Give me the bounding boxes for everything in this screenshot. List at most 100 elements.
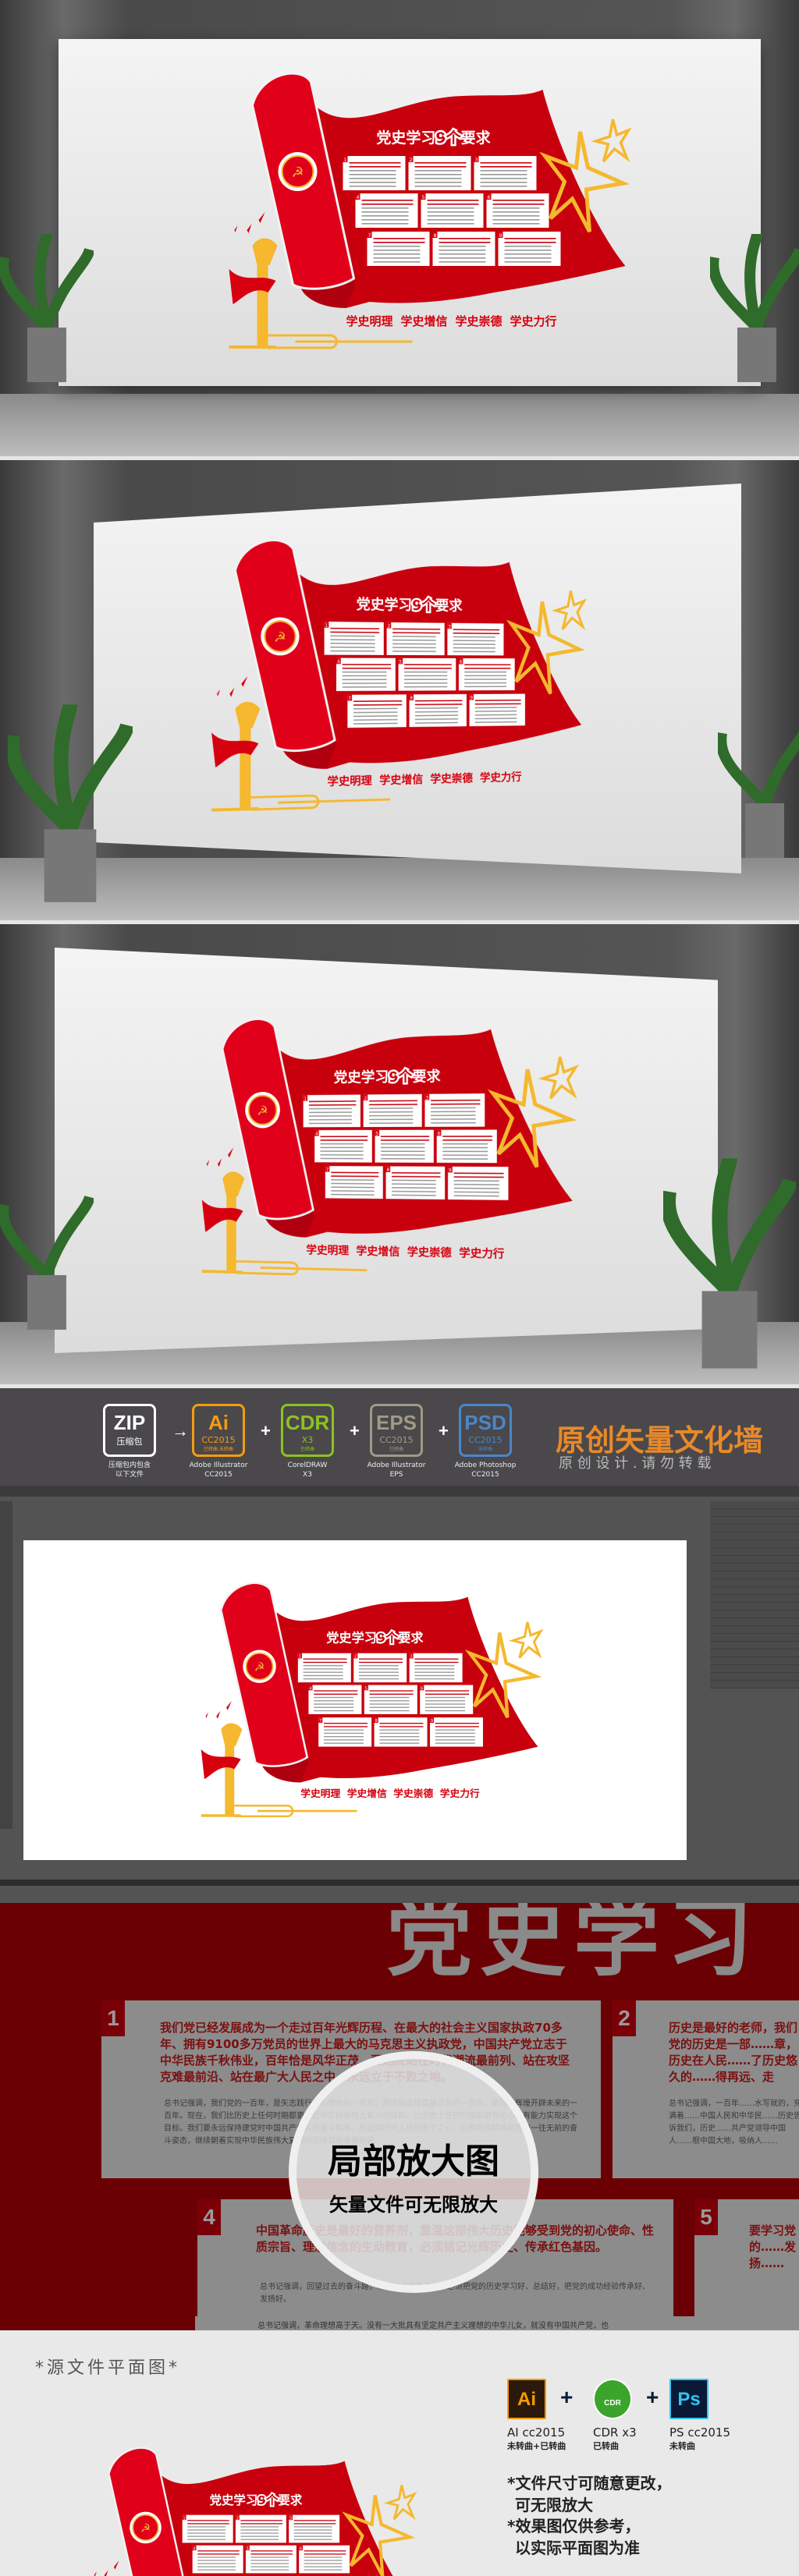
svg-text:6: 6 [438, 1132, 441, 1136]
text-panel: 3 [289, 2515, 339, 2543]
svg-text:5: 5 [365, 1687, 368, 1692]
ps-icon: Ps [669, 2379, 708, 2419]
svg-text:2: 2 [410, 158, 413, 163]
text-panel: 3 [474, 156, 537, 190]
svg-text:☭: ☭ [257, 1104, 268, 1118]
text-panels: 123456789 [325, 622, 525, 728]
svg-text:9: 9 [431, 1719, 433, 1724]
svg-text:8: 8 [387, 1168, 390, 1173]
box-number: 5 [694, 2199, 718, 2235]
text-panel: 6 [487, 193, 549, 228]
separator: + [350, 1421, 360, 1441]
birds [204, 1699, 232, 1719]
svg-text:4: 4 [315, 1132, 318, 1137]
svg-text:6: 6 [421, 1687, 423, 1692]
design-slot: ☭ 党史学习9个要求 123456789 学史明理学史增信学史崇德学史力行 [138, 513, 652, 827]
svg-text:☭: ☭ [254, 1660, 265, 1674]
text-panel: 2 [353, 1653, 407, 1682]
text-panel: 8 [386, 1166, 446, 1199]
banner-subline: 原 创 设 计 . 请 勿 转 载 [559, 1452, 712, 1472]
text-panel: 7 [318, 1717, 371, 1746]
text-panel: 8 [410, 694, 467, 727]
text-panel: 5 [364, 1685, 417, 1714]
scroll-strip[interactable] [0, 1880, 799, 1886]
box-heading: 历史是最好的老师，我们党的历史是一部……章，历史在人民……了历史悠久的……得再远… [669, 2020, 799, 2085]
svg-text:2: 2 [364, 1097, 368, 1101]
svg-text:5: 5 [400, 661, 403, 665]
svg-text:☭: ☭ [140, 2522, 151, 2535]
text-panels: 123456789 [304, 1093, 509, 1200]
svg-text:5: 5 [247, 2546, 249, 2551]
source-file-section: 总书记强调，革命理想高于天。没有一大批具有坚定共产主义理想的中华儿女，就没有中国… [0, 2316, 799, 2576]
svg-text:9: 9 [449, 1168, 452, 1173]
birds [92, 2560, 119, 2576]
culture-wall-design: ☭ 党史学习9个要求 1 2 3 4 5 6 7 8 9 学史明理学史增信学史崇德学史力行 [74, 2429, 437, 2576]
strip-text: 总书记强调，革命理想高于天。没有一大批具有坚定共产主义理想的中华儿女，就没有中国… [257, 2319, 609, 2330]
party-emblem: ☭ [279, 152, 318, 191]
format-caption: Adobe Illustrator EPS [357, 1461, 435, 1479]
text-panels: 123456789 [298, 1653, 483, 1747]
format-caption: CorelDRAW X3 [268, 1461, 346, 1479]
separator: → [172, 1421, 189, 1441]
text-panels: 123456789 [183, 2515, 360, 2576]
svg-text:3: 3 [426, 1096, 429, 1100]
text-panel: 4 [336, 658, 396, 691]
cdr-icon: CDR [593, 2379, 632, 2419]
source-label: *源文件平面图* [35, 2354, 180, 2379]
plant-right [718, 710, 799, 858]
design-title: 党史学习9个要求 [376, 129, 491, 147]
design-title: 党史学习9个要求 [210, 2493, 303, 2507]
box-number: 4 [197, 2199, 221, 2235]
culture-wall-design: ☭ 党史学习9个要求 1 2 3 4 5 6 7 8 9 学史明理学史增信学史崇德学史力行 [156, 51, 710, 363]
format-badge-eps: EPS CC2015 已转曲 [370, 1404, 423, 1457]
box-number: 1 [101, 2000, 125, 2036]
box-heading: 要学习党的……发扬…… [749, 2223, 799, 2270]
svg-text:7: 7 [319, 1719, 321, 1724]
svg-text:4: 4 [357, 195, 360, 200]
text-panel: 9 [430, 1717, 483, 1746]
text-panel: 1 [325, 622, 384, 655]
svg-text:4: 4 [309, 1687, 311, 1692]
design-title: 党史学习9个要求 [357, 596, 463, 615]
mockup-angle-right: ☭ 党史学习9个要求 1 2 3 4 5 6 7 8 9 学史明理 学史增信 学史崇德 学史力行 [0, 924, 799, 1384]
party-emblem: ☭ [130, 2512, 162, 2544]
birds [215, 675, 247, 697]
format-badge-zip: ZIP 压缩包 [103, 1404, 156, 1457]
slogans: 学史明理 学史增信 学史崇德 学史力行 [300, 1788, 480, 1800]
magnifier-title: 局部放大图 [297, 2133, 531, 2183]
plant-left [0, 1182, 94, 1330]
slogans: 学史明理 学史增信 学史崇德 学史力行 [328, 770, 522, 788]
detail-big-title: 党史学习 [386, 1903, 761, 1993]
text-panel: 3 [424, 1093, 485, 1127]
file-format-banner: 原创矢量文化墙 原 创 设 计 . 请 勿 转 载 ZIP 压缩包 压缩包内包含 以… [0, 1388, 799, 1486]
design-slot: ☭ 党史学习9个要求 123456789 学史明理学史增信学史崇德学史力行 [74, 2429, 437, 2576]
detail-box-2: 2 历史是最好的老师，我们党的历史是一部……章，历史在人民……了历史悠久的……得… [613, 2000, 799, 2178]
svg-text:3: 3 [448, 625, 451, 629]
ai-icon: Ai [507, 2379, 546, 2419]
layers-panel [710, 1501, 799, 1688]
svg-text:7: 7 [368, 233, 371, 239]
design-title: 党史学习9个要求 [326, 1630, 424, 1645]
text-panel: 4 [193, 2546, 243, 2574]
tool-panel [0, 1501, 12, 1829]
svg-text:3: 3 [410, 1655, 413, 1660]
svg-text:8: 8 [434, 233, 437, 239]
svg-text:3: 3 [289, 2516, 292, 2521]
box-body: 总书记强调，一百年……水写就的，充满着……中国人民和中华民……历史告诉我们，历史… [669, 2098, 799, 2176]
detail-box-5: 5 要学习党的……发扬…… [694, 2199, 799, 2316]
text-panel: 1 [343, 156, 406, 190]
text-panel: 4 [308, 1685, 361, 1714]
plant-left [0, 234, 94, 382]
text-panel: 9 [448, 1167, 508, 1200]
app-ps: Ps PS cc2015 未转曲 [669, 2379, 740, 2452]
culture-wall-design: ☭ 党史学习9个要求 1 2 3 4 5 6 7 8 9 学史明理学史增信学史崇德学史力行 [133, 1564, 616, 1829]
text-panel: 6 [420, 1685, 473, 1714]
format-badge-ai: Ai CC2015 已转曲.未转曲 [192, 1404, 245, 1457]
svg-text:6: 6 [300, 2546, 302, 2551]
design-slot: ☭ 党史学习9个要求 123456789 学史明理学史增信学史崇德学史力行 [133, 1564, 616, 1829]
floor [0, 394, 799, 456]
magnifier-subtitle: 矢量文件可无限放大 [297, 2189, 531, 2216]
text-panel: 4 [314, 1130, 372, 1163]
svg-text:1: 1 [183, 2516, 186, 2521]
text-panel: 6 [299, 2546, 350, 2574]
